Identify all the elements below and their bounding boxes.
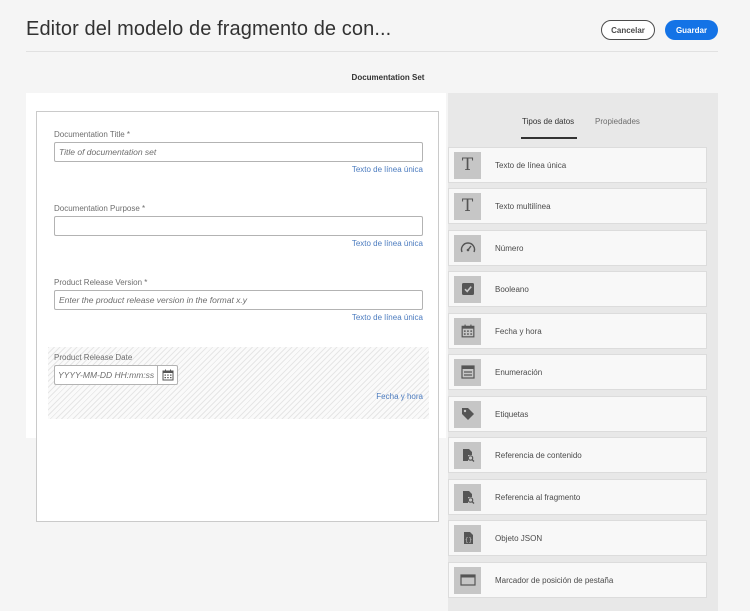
field-type-label: Texto de línea única: [351, 165, 423, 174]
checkbox-icon: [454, 275, 481, 303]
data-type-label: Objeto JSON: [495, 533, 543, 543]
svg-text:{}: {}: [464, 537, 471, 544]
data-type-date-time[interactable]: Fecha y hora: [448, 313, 707, 349]
data-type-label: Texto multilínea: [495, 201, 551, 211]
field-product-release-date-selected[interactable]: Product Release Date YYYY-MM-DD HH:mm:ss: [48, 347, 429, 419]
calendar-button[interactable]: [157, 365, 178, 385]
documentation-purpose-input[interactable]: [54, 216, 423, 236]
data-type-label: Texto de línea única: [495, 160, 567, 170]
calendar-icon: [454, 317, 481, 345]
data-type-label: Fecha y hora: [495, 326, 542, 336]
text-t-icon: T: [454, 192, 481, 220]
data-type-tags[interactable]: Etiquetas: [448, 396, 707, 432]
tab-properties[interactable]: Propiedades: [595, 117, 640, 126]
data-type-enumeration[interactable]: Enumeración: [448, 354, 707, 390]
editor-header: Editor del modelo de fragmento de con...…: [0, 0, 750, 52]
tag-icon: [454, 400, 481, 428]
data-type-label: Marcador de posición de pestaña: [495, 575, 614, 585]
data-type-label: Booleano: [495, 284, 529, 294]
field-label: Documentation Title *: [54, 130, 131, 139]
form-canvas: Documentation Title * Title of documenta…: [26, 93, 446, 522]
field-label: Product Release Version *: [54, 278, 148, 287]
file-search-icon: [454, 483, 481, 511]
side-panel: Tipos de datos Propiedades T Texto de lí…: [448, 93, 718, 611]
list-icon: [454, 358, 481, 386]
data-type-number[interactable]: Número: [448, 230, 707, 266]
data-type-label: Etiquetas: [495, 409, 529, 419]
model-name: Documentation Set: [351, 73, 425, 82]
json-file-icon: {}: [454, 524, 481, 552]
data-type-boolean[interactable]: Booleano: [448, 271, 707, 307]
data-type-content-reference[interactable]: Referencia de contenido: [448, 437, 707, 473]
field-type-label: Texto de línea única: [351, 313, 423, 322]
save-button[interactable]: Guardar: [665, 20, 718, 40]
page-title: Editor del modelo de fragmento de con...: [26, 18, 392, 40]
field-product-release-version[interactable]: Product Release Version * Enter the prod…: [54, 278, 423, 322]
product-release-version-input[interactable]: Enter the product release version in the…: [54, 290, 423, 310]
header-divider: [26, 51, 718, 52]
data-type-label: Número: [495, 243, 524, 253]
data-type-single-line-text[interactable]: T Texto de línea única: [448, 147, 707, 183]
data-type-json-object[interactable]: {} Objeto JSON: [448, 520, 707, 556]
file-search-icon: [454, 441, 481, 469]
data-type-label: Referencia al fragmento: [495, 492, 581, 502]
active-tab-indicator: [521, 137, 577, 139]
tab-placeholder-icon: [454, 566, 481, 594]
gauge-icon: [454, 234, 481, 262]
calendar-icon: [162, 369, 173, 381]
side-panel-tabs: Tipos de datos Propiedades: [448, 93, 718, 141]
field-type-label: Fecha y hora: [376, 392, 423, 401]
data-type-multiline-text[interactable]: T Texto multilínea: [448, 188, 707, 224]
field-product-release-date[interactable]: Product Release Date YYYY-MM-DD HH:mm:ss: [54, 353, 423, 401]
cancel-button[interactable]: Cancelar: [601, 20, 655, 40]
data-type-label: Enumeración: [495, 367, 543, 377]
tab-data-types[interactable]: Tipos de datos: [522, 117, 574, 126]
datepicker[interactable]: YYYY-MM-DD HH:mm:ss: [54, 365, 423, 385]
field-label: Product Release Date: [54, 353, 133, 362]
field-documentation-purpose[interactable]: Documentation Purpose * Texto de línea ú…: [54, 204, 423, 248]
data-type-tab-placeholder[interactable]: Marcador de posición de pestaña: [448, 562, 707, 598]
text-t-icon: T: [454, 151, 481, 179]
form-container: Documentation Title * Title of documenta…: [36, 111, 439, 522]
data-type-label: Referencia de contenido: [495, 450, 582, 460]
product-release-date-input[interactable]: YYYY-MM-DD HH:mm:ss: [54, 365, 157, 385]
data-type-fragment-reference[interactable]: Referencia al fragmento: [448, 479, 707, 515]
field-label: Documentation Purpose *: [54, 204, 146, 213]
field-documentation-title[interactable]: Documentation Title * Title of documenta…: [54, 130, 423, 174]
field-type-label: Texto de línea única: [351, 239, 423, 248]
documentation-title-input[interactable]: Title of documentation set: [54, 142, 423, 162]
